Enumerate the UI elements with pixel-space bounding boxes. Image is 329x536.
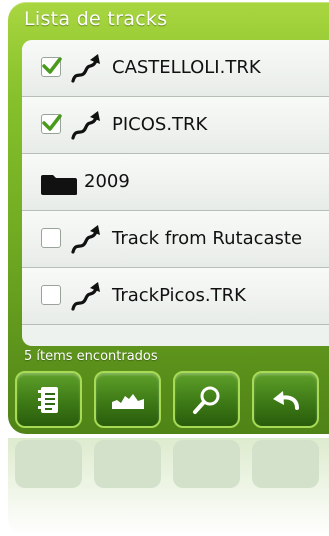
reflection-button — [252, 440, 319, 488]
page-title: Lista de tracks — [24, 8, 168, 30]
check-icon — [42, 114, 62, 131]
list-item-label: Track from Rutacaste — [112, 228, 303, 249]
checkbox-unchecked[interactable] — [41, 285, 61, 305]
track-icon — [71, 225, 100, 254]
checkbox-unchecked[interactable] — [41, 228, 61, 248]
folder-icon — [41, 175, 77, 195]
checkbox-checked[interactable] — [41, 114, 62, 134]
checkbox-checked[interactable] — [41, 57, 62, 77]
reflection-button — [15, 440, 82, 488]
list-item-folder[interactable]: 2009 — [22, 154, 329, 211]
back-arrow-icon — [272, 390, 299, 410]
profile-chart-icon — [111, 393, 144, 409]
list-icon — [37, 386, 58, 413]
reflection-button — [173, 440, 240, 488]
status-text: 5 ítems encontrados — [24, 349, 158, 364]
track-list[interactable]: CASTELLOLI.TRK PICOS.TRK 2009 Track from… — [22, 40, 329, 346]
list-item-label: PICOS.TRK — [112, 114, 208, 135]
search-icon — [192, 386, 219, 414]
list-item-label: 2009 — [84, 171, 130, 192]
list-item[interactable]: PICOS.TRK — [22, 97, 329, 154]
search-button[interactable] — [173, 371, 240, 428]
list-item[interactable]: Track from Rutacaste — [22, 211, 329, 268]
check-icon — [42, 57, 62, 74]
list-view-button[interactable] — [15, 371, 82, 428]
track-list-panel: Lista de tracks CASTELLOLI.TRK PICOS.TRK… — [8, 2, 329, 434]
list-item-label: TrackPicos.TRK — [112, 285, 246, 306]
list-item-label: CASTELLOLI.TRK — [112, 57, 261, 78]
list-item[interactable]: CASTELLOLI.TRK — [22, 40, 329, 97]
list-item[interactable]: TrackPicos.TRK — [22, 268, 329, 325]
track-icon — [71, 282, 100, 311]
track-icon — [71, 111, 100, 140]
reflection-button — [94, 440, 161, 488]
toolbar-reflection — [8, 438, 329, 536]
back-button[interactable] — [252, 371, 319, 428]
profile-button[interactable] — [94, 371, 161, 428]
track-icon — [71, 54, 100, 83]
